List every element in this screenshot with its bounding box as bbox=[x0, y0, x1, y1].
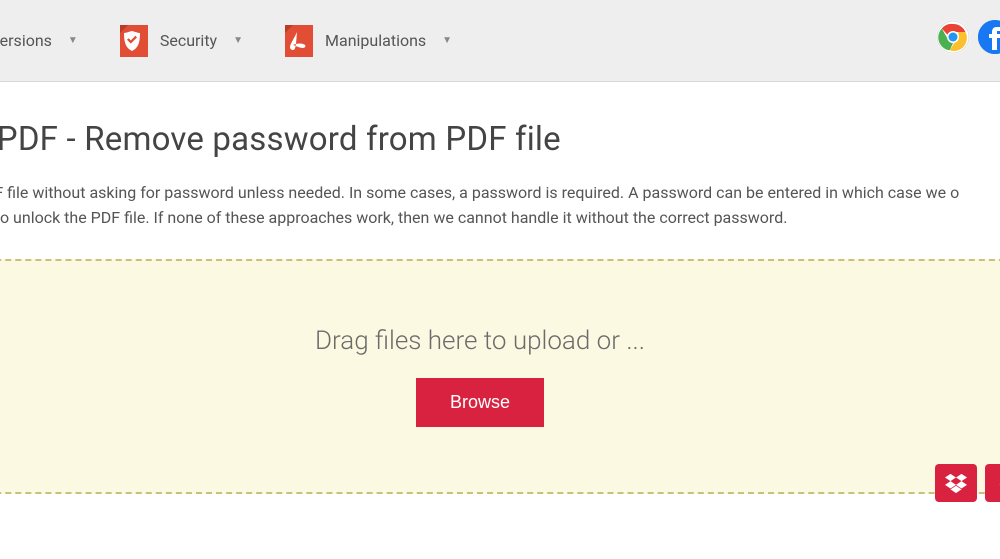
chevron-down-icon: ▼ bbox=[68, 35, 78, 46]
cloud-button[interactable] bbox=[985, 464, 1000, 502]
top-right-icons bbox=[936, 20, 1000, 54]
page-title: ock PDF - Remove password from PDF file bbox=[0, 120, 1000, 159]
chrome-icon[interactable] bbox=[936, 20, 970, 54]
nav-conversions[interactable]: versions ▼ bbox=[0, 31, 78, 50]
nav-security[interactable]: Security ▼ bbox=[116, 25, 243, 57]
dropzone-wrapper: Drag files here to upload or ... Browse bbox=[0, 259, 1000, 494]
top-nav-bar: versions ▼ Security ▼ Manipulations ▼ bbox=[0, 0, 1000, 82]
browse-button[interactable]: Browse bbox=[416, 378, 544, 427]
facebook-icon[interactable] bbox=[978, 20, 1000, 54]
main-content: ock PDF - Remove password from PDF file … bbox=[0, 82, 1000, 231]
dropzone-prompt: Drag files here to upload or ... bbox=[315, 326, 645, 356]
lightning-icon bbox=[995, 472, 1000, 494]
nav-conversions-label: versions bbox=[0, 31, 52, 50]
shield-icon bbox=[116, 25, 148, 57]
page-description: s the PDF file without asking for passwo… bbox=[0, 181, 1000, 231]
chevron-down-icon: ▼ bbox=[442, 35, 452, 46]
chevron-down-icon: ▼ bbox=[233, 35, 243, 46]
dropbox-button[interactable] bbox=[935, 464, 977, 502]
nav-manipulations[interactable]: Manipulations ▼ bbox=[281, 25, 452, 57]
cloud-source-buttons bbox=[935, 464, 1000, 502]
file-dropzone[interactable]: Drag files here to upload or ... Browse bbox=[0, 259, 1000, 494]
dropbox-icon bbox=[945, 472, 967, 494]
pdf-icon bbox=[281, 25, 313, 57]
nav-security-label: Security bbox=[160, 31, 217, 50]
nav-menu: versions ▼ Security ▼ Manipulations ▼ bbox=[0, 25, 452, 57]
nav-manipulations-label: Manipulations bbox=[325, 31, 426, 50]
